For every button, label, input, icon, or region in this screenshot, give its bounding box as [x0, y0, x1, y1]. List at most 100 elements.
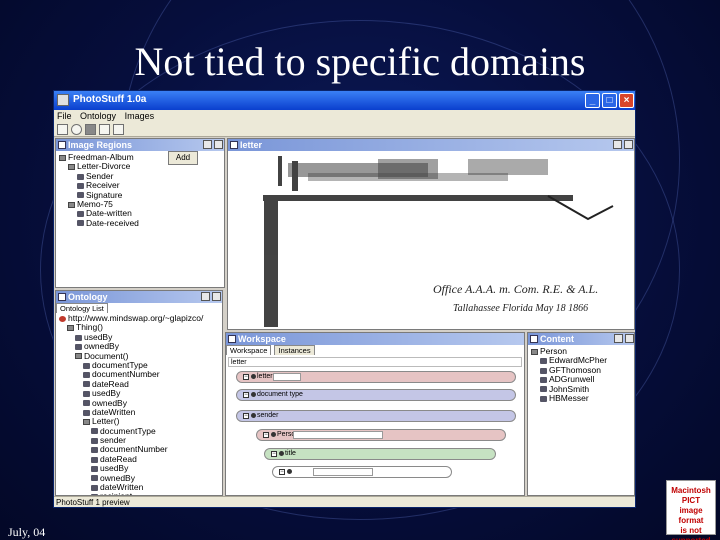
- tab-instances[interactable]: Instances: [274, 345, 315, 355]
- value-field[interactable]: [273, 373, 301, 381]
- property-icon: [540, 376, 547, 383]
- property-icon: [83, 400, 90, 407]
- pict-unsupported-notice: Macintosh PICT image format is not suppo…: [666, 480, 716, 540]
- pane-maximize-button[interactable]: [624, 140, 633, 149]
- pict-notice-line: Macintosh PICT: [671, 486, 711, 505]
- property-icon: [75, 343, 82, 350]
- collapse-toggle-icon[interactable]: −: [243, 392, 249, 398]
- tab-workspace[interactable]: Workspace: [226, 345, 272, 355]
- ontology-pane: Ontology Ontology List http://www.mindsw…: [55, 290, 223, 496]
- menu-file[interactable]: File: [54, 110, 75, 123]
- ellipse-tool-icon[interactable]: [71, 124, 82, 135]
- tab-ontology-list[interactable]: Ontology List: [56, 303, 108, 313]
- content-tree: Person EdwardMcPher GFThomoson ADGrunwell Jo…: [531, 346, 607, 403]
- app-icon: [57, 94, 69, 106]
- pane-maximize-button[interactable]: [214, 140, 223, 149]
- collapse-toggle-icon[interactable]: −: [271, 451, 277, 457]
- workspace-node[interactable]: − title: [264, 448, 496, 460]
- tree-item[interactable]: dateRead: [59, 454, 203, 464]
- menu-ontology[interactable]: Ontology: [77, 110, 119, 123]
- property-icon: [83, 362, 90, 369]
- status-bar: PhotoStuff 1 preview: [54, 496, 635, 507]
- ontology-tree: http://www.mindswap.org/~glapizco/Thing(…: [59, 313, 203, 495]
- tree-item[interactable]: documentType: [59, 426, 203, 436]
- maximize-button[interactable]: □: [602, 93, 617, 108]
- ontology-icon: [59, 315, 66, 322]
- property-icon: [91, 484, 98, 491]
- handwriting-line-1: Office A.A.A. m. Com. R.E. & A.L.: [433, 282, 598, 296]
- pane-minimize-button[interactable]: [613, 140, 622, 149]
- workspace-node-label: sender: [257, 412, 279, 419]
- ontology-tabs: Ontology List: [56, 303, 109, 313]
- content-titlebar: Content: [528, 333, 634, 345]
- property-icon: [75, 334, 82, 341]
- tree-item[interactable]: usedBy: [59, 388, 203, 398]
- tree-item[interactable]: Date-received: [59, 218, 139, 228]
- pane-maximize-button[interactable]: [625, 334, 634, 343]
- image-regions-tree: Freedman-Album Letter-Divorce Sender Receiv…: [59, 152, 139, 228]
- folder-icon: [67, 325, 74, 332]
- image-regions-pane: Image Regions Add Freedman-Album Letter-D…: [55, 138, 225, 288]
- collapse-toggle-icon[interactable]: −: [279, 469, 285, 475]
- folder-icon: [83, 419, 90, 426]
- property-icon: [91, 466, 98, 472]
- slide-title: Not tied to specific domains: [134, 39, 586, 84]
- image-regions-titlebar: Image Regions: [56, 139, 224, 151]
- polygon-tool-icon[interactable]: [85, 124, 96, 135]
- workspace-node-label: document type: [257, 391, 303, 398]
- folder-icon: [531, 348, 538, 355]
- property-icon: [83, 390, 90, 397]
- pane-minimize-button[interactable]: [201, 292, 210, 301]
- node-icon: [279, 451, 284, 456]
- tree-item[interactable]: HBMesser: [531, 393, 607, 403]
- tree-item[interactable]: Thing(): [59, 323, 203, 332]
- pane-icon: [230, 141, 238, 149]
- tree-item[interactable]: usedBy: [59, 332, 203, 342]
- content-pane: Content Person EdwardMcPher GFThomoson ADGr…: [527, 332, 635, 496]
- select-tool-icon[interactable]: [57, 124, 68, 135]
- window-titlebar[interactable]: PhotoStuff 1.0a _ □ ×: [54, 91, 635, 110]
- value-field[interactable]: [293, 431, 383, 439]
- pane-icon: [58, 141, 66, 149]
- ontology-titlebar: Ontology: [56, 291, 222, 303]
- property-icon: [540, 358, 547, 365]
- value-field[interactable]: [313, 468, 373, 476]
- workspace-node[interactable]: − letter: [236, 371, 516, 383]
- pane-minimize-button[interactable]: [203, 140, 212, 149]
- pane-maximize-button[interactable]: [212, 292, 221, 301]
- close-button[interactable]: ×: [619, 93, 634, 108]
- minimize-button[interactable]: _: [585, 93, 600, 108]
- property-icon: [91, 437, 98, 444]
- menu-bar: File Ontology Images: [54, 110, 635, 123]
- property-icon: [83, 381, 90, 388]
- pict-notice-line: image format: [678, 506, 704, 525]
- workspace-node[interactable]: − document type: [236, 389, 516, 401]
- workspace-node[interactable]: − Person: [256, 429, 506, 441]
- property-icon: [77, 173, 84, 180]
- letter-scan-image[interactable]: Office A.A.A. m. Com. R.E. & A.L. Tallah…: [228, 151, 635, 330]
- property-icon: [77, 192, 84, 199]
- workspace-node[interactable]: −: [272, 466, 452, 478]
- pan-tool-icon[interactable]: [113, 124, 124, 135]
- collapse-toggle-icon[interactable]: −: [263, 432, 269, 438]
- node-icon: [287, 469, 292, 474]
- workspace-header-field[interactable]: letter: [228, 357, 522, 367]
- workspace-node[interactable]: − sender: [236, 410, 516, 422]
- workspace-titlebar: Workspace: [226, 333, 524, 345]
- tree-item[interactable]: dateWritten: [59, 407, 203, 417]
- add-region-button[interactable]: Add: [168, 151, 198, 165]
- pane-icon: [228, 335, 236, 343]
- tree-item[interactable]: dateRead: [59, 379, 203, 389]
- letter-titlebar: letter: [228, 139, 634, 151]
- menu-images[interactable]: Images: [122, 110, 158, 123]
- letter-image-pane: letter Office A.A.A. m. Com. R.E. & A.L.…: [227, 138, 635, 330]
- tree-item[interactable]: documentNumber: [59, 370, 203, 379]
- zoom-tool-icon[interactable]: [99, 124, 110, 135]
- collapse-toggle-icon[interactable]: −: [243, 413, 249, 419]
- folder-icon: [75, 353, 82, 360]
- tree-item[interactable]: ownedBy: [59, 341, 203, 351]
- property-icon: [77, 220, 84, 227]
- workspace-node-label: title: [285, 450, 296, 457]
- pane-minimize-button[interactable]: [614, 334, 623, 343]
- collapse-toggle-icon[interactable]: −: [243, 374, 249, 380]
